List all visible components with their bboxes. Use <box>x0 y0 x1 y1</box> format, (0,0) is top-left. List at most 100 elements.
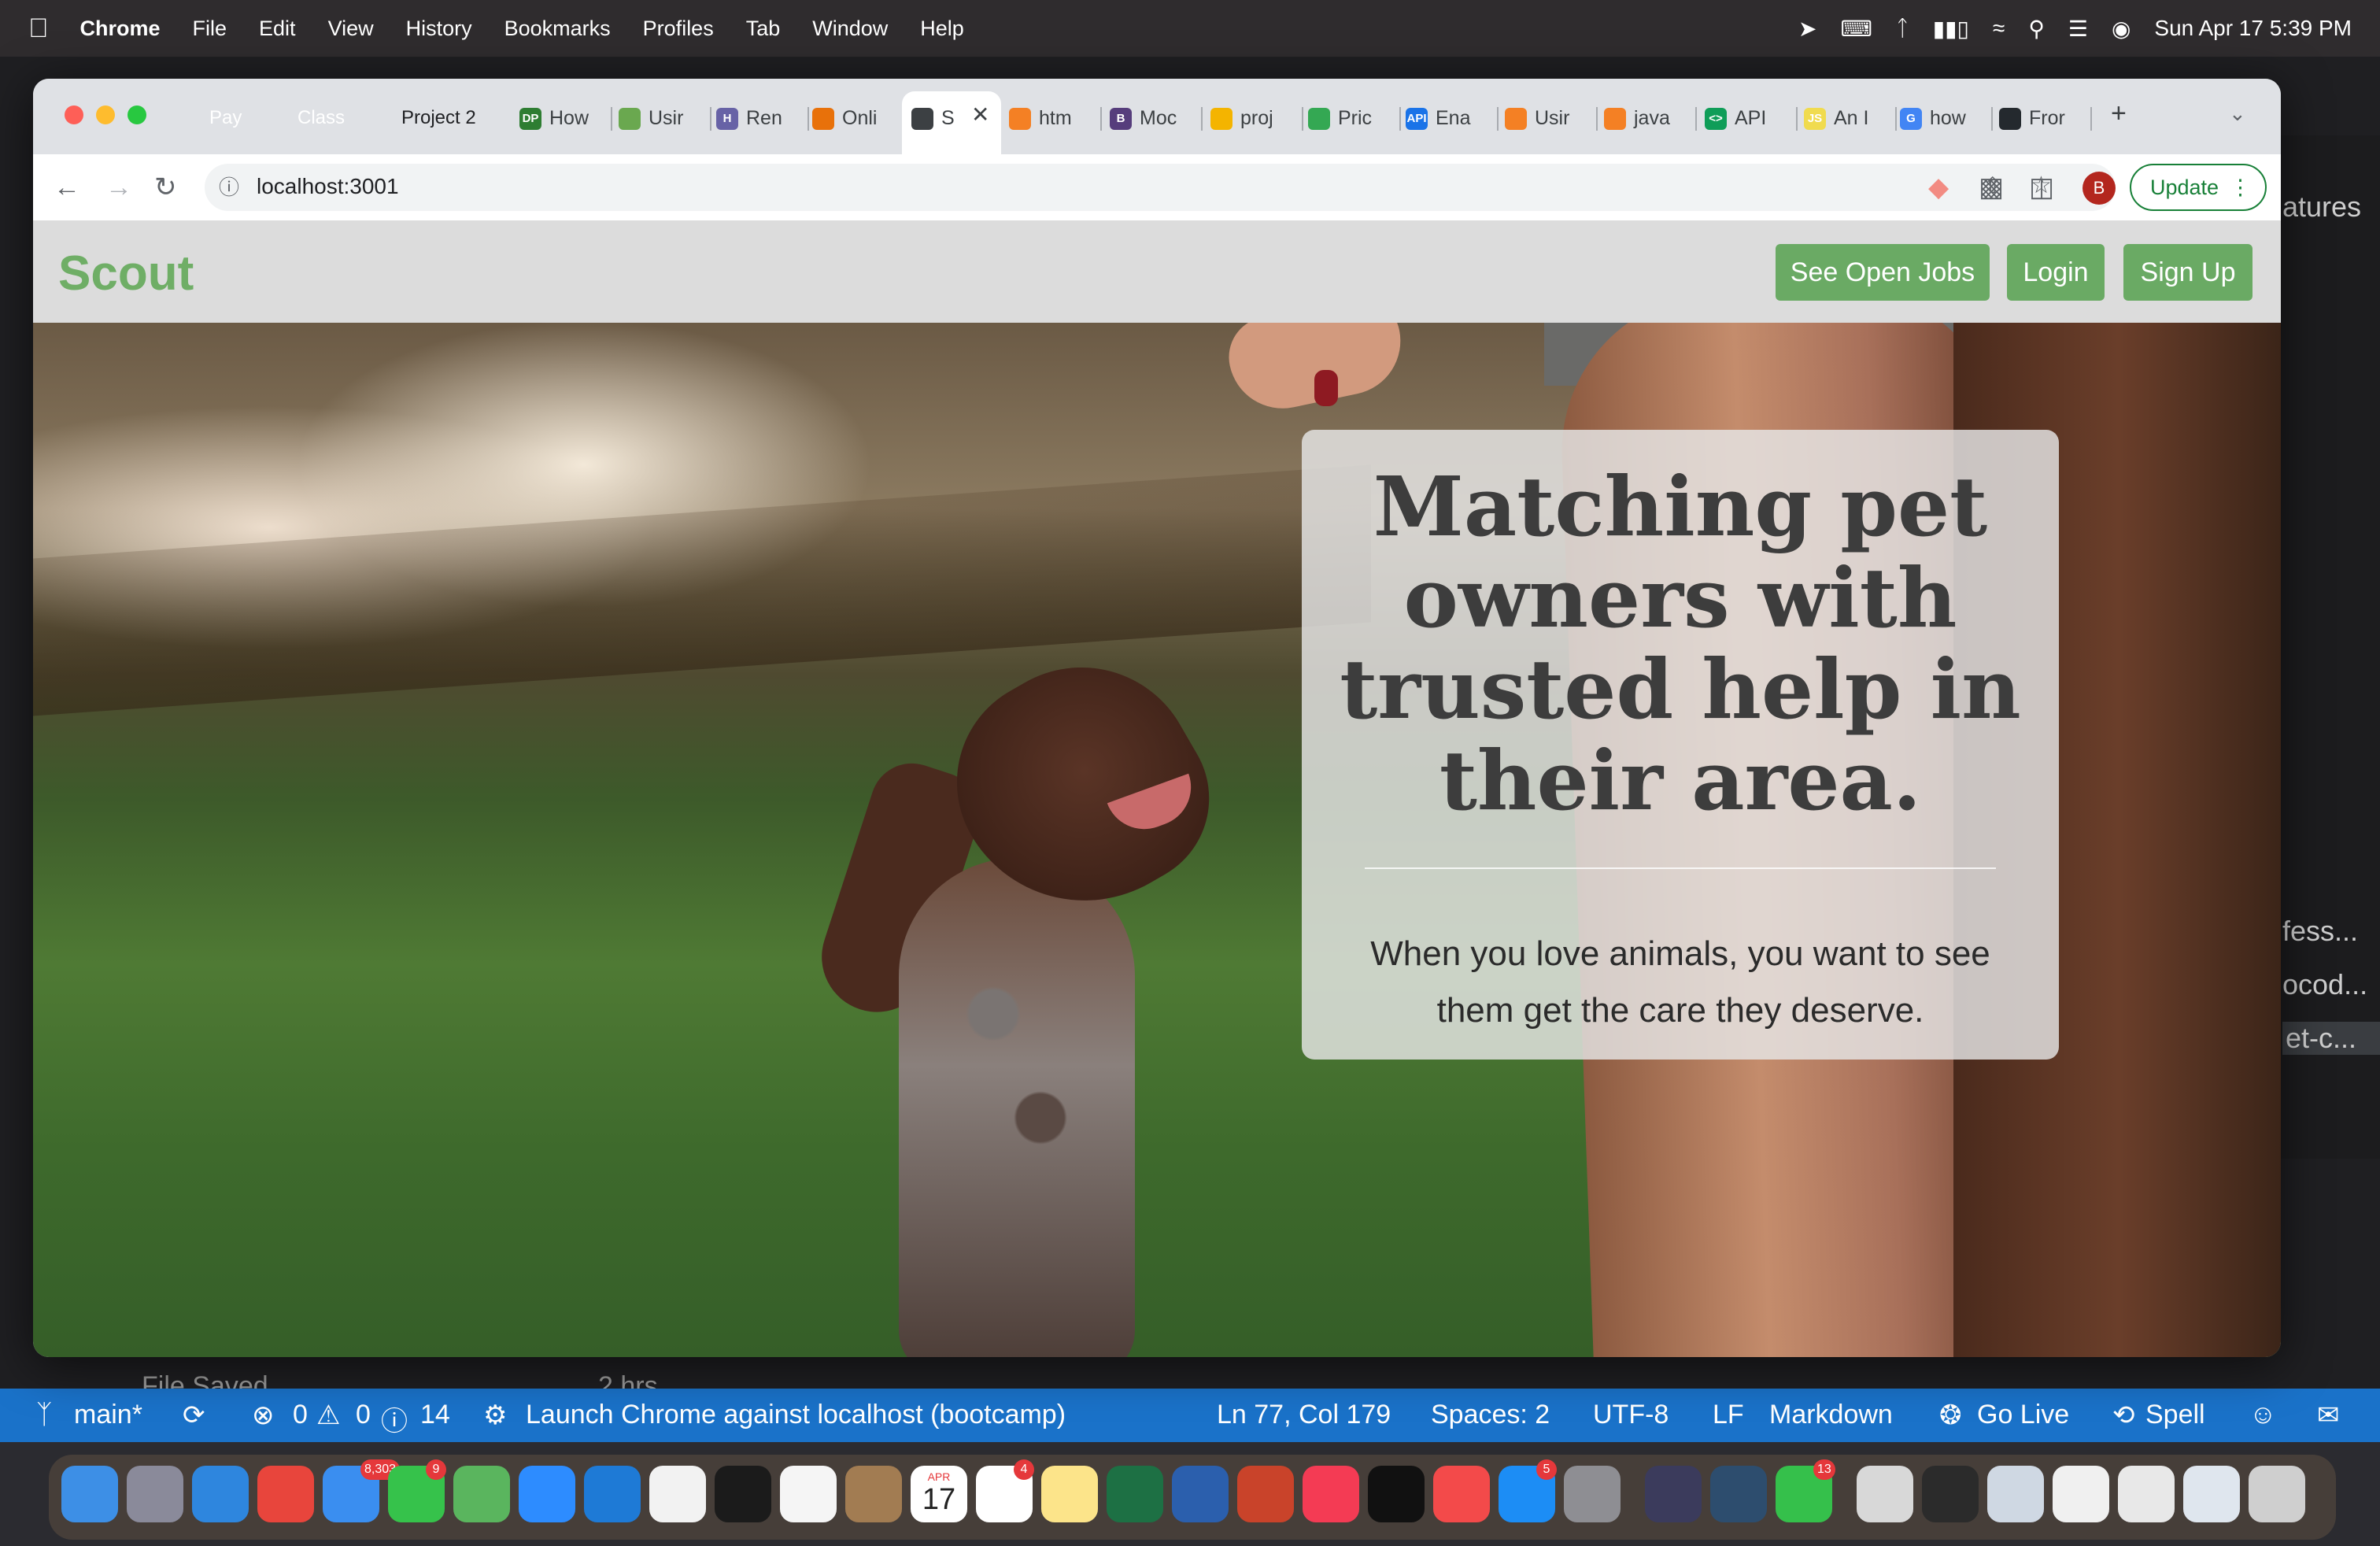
battery-icon[interactable]: ▮▮▯ <box>1933 16 1969 42</box>
contacts-icon[interactable] <box>845 1466 902 1522</box>
window-thumb-icon[interactable] <box>1857 1466 1913 1522</box>
reload-icon[interactable]: ↻ <box>154 170 177 205</box>
window-thumb-icon[interactable] <box>1987 1466 2044 1522</box>
error-count[interactable]: 0 <box>293 1400 308 1430</box>
tab[interactable]: <> API <box>1705 99 1793 137</box>
menu-view[interactable]: View <box>328 17 374 41</box>
tab[interactable]: Pric <box>1308 99 1396 137</box>
branch-icon[interactable]: ᛉ <box>36 1400 52 1430</box>
clock[interactable]: Sun Apr 17 5:39 PM <box>2154 16 2352 41</box>
history-icon[interactable]: ⟲ <box>2112 1400 2135 1431</box>
menu-history[interactable]: History <box>406 17 472 41</box>
tab-group-class[interactable]: Class <box>285 102 357 134</box>
tab[interactable]: Fror <box>1999 99 2087 137</box>
spotlight-icon[interactable]: ⚲ <box>2028 16 2045 42</box>
control-center-icon[interactable]: ☰ <box>2068 16 2088 42</box>
tab[interactable]: htm <box>1009 99 1097 137</box>
login-button[interactable]: Login <box>2007 244 2105 301</box>
tab[interactable]: proj <box>1210 99 1299 137</box>
location-icon[interactable]: ➤ <box>1798 16 1816 42</box>
safari-icon[interactable] <box>192 1466 249 1522</box>
notes-icon[interactable] <box>1041 1466 1098 1522</box>
broadcast-icon[interactable]: ❂ <box>1939 1400 1962 1431</box>
info-icon[interactable]: ⓘ <box>381 1400 408 1438</box>
settings-icon[interactable] <box>1564 1466 1621 1522</box>
tab[interactable]: Usir <box>619 99 707 137</box>
cursor-position[interactable]: Ln 77, Col 179 <box>1217 1400 1391 1430</box>
menu-app-name[interactable]: Chrome <box>80 17 161 41</box>
spell-checker[interactable]: Spell <box>2145 1400 2205 1430</box>
powerpoint-icon[interactable] <box>1237 1466 1294 1522</box>
language-mode[interactable]: Markdown <box>1769 1400 1893 1430</box>
indentation[interactable]: Spaces: 2 <box>1431 1400 1550 1430</box>
vscode-panel-item-selected[interactable]: et-c... <box>2282 1022 2380 1055</box>
go-live-button[interactable]: Go Live <box>1977 1400 2069 1430</box>
info-count[interactable]: 14 <box>420 1400 450 1430</box>
tab[interactable]: JS An I <box>1804 99 1892 137</box>
side-panel-icon[interactable]: ◫ <box>2029 170 2054 205</box>
tab[interactable]: B Moc <box>1110 99 1198 137</box>
news-icon[interactable] <box>1433 1466 1490 1522</box>
finder-icon[interactable] <box>61 1466 118 1522</box>
trash-icon[interactable] <box>2249 1466 2305 1522</box>
profile-avatar[interactable]: B <box>2082 172 2116 205</box>
site-info-icon[interactable]: ⓘ <box>219 170 239 205</box>
chrome-icon[interactable] <box>257 1466 314 1522</box>
error-icon[interactable]: ⊗ <box>252 1400 275 1431</box>
apple-icon[interactable]:  <box>28 13 49 44</box>
menu-tab[interactable]: Tab <box>746 17 781 41</box>
tab[interactable]: DP How <box>519 99 608 137</box>
siri-icon[interactable]: ◉ <box>2112 16 2131 42</box>
menu-help[interactable]: Help <box>920 17 964 41</box>
vscode-panel-item[interactable]: fess... <box>2282 915 2358 948</box>
photos-icon[interactable] <box>780 1466 837 1522</box>
maps-icon[interactable] <box>453 1466 510 1522</box>
address-bar[interactable]: ⓘ localhost:3001 ⇧ ☆ <box>205 164 2116 211</box>
tab[interactable]: API Ena <box>1406 99 1494 137</box>
tab[interactable]: Ghow <box>1900 99 1988 137</box>
tab-search-chevron-icon[interactable]: ⌄ <box>2229 96 2246 131</box>
vscode-icon[interactable] <box>584 1466 641 1522</box>
tab-group-pay[interactable]: Pay <box>197 102 254 134</box>
back-icon[interactable]: ← <box>54 170 80 205</box>
slack-icon[interactable] <box>649 1466 706 1522</box>
debug-launch-icon[interactable]: ⚙ <box>483 1400 507 1431</box>
menu-bookmarks[interactable]: Bookmarks <box>504 17 611 41</box>
music-icon[interactable] <box>1303 1466 1359 1522</box>
calendar-icon[interactable]: APR 17 <box>911 1466 967 1522</box>
wifi-icon[interactable]: ≈ <box>1993 16 2005 41</box>
window-thumb-icon[interactable] <box>1922 1466 1979 1522</box>
launchpad-icon[interactable] <box>127 1466 183 1522</box>
menu-window[interactable]: Window <box>812 17 888 41</box>
close-window-button[interactable] <box>65 105 83 124</box>
git-branch[interactable]: main* <box>74 1400 142 1430</box>
close-tab-icon[interactable]: ✕ <box>971 98 989 132</box>
update-button[interactable]: Update ⋮ <box>2130 164 2267 211</box>
sync-icon[interactable]: ⟳ <box>183 1400 205 1431</box>
mysql-icon[interactable] <box>1710 1466 1767 1522</box>
excel-icon[interactable] <box>1107 1466 1163 1522</box>
terminal-icon[interactable] <box>715 1466 771 1522</box>
eclipse-icon[interactable] <box>1645 1466 1702 1522</box>
end-of-line[interactable]: LF <box>1713 1400 1744 1430</box>
window-thumb-icon[interactable] <box>2183 1466 2240 1522</box>
tab[interactable]: H Ren <box>716 99 804 137</box>
url-text[interactable]: localhost:3001 <box>257 174 399 199</box>
notifications-bell-icon[interactable]: ✉ <box>2317 1400 2340 1431</box>
new-tab-icon[interactable]: + <box>2111 96 2127 131</box>
warning-count[interactable]: 0 <box>356 1400 371 1430</box>
menu-profiles[interactable]: Profiles <box>643 17 714 41</box>
vscode-panel-item[interactable]: ocod... <box>2282 968 2367 1001</box>
sign-up-button[interactable]: Sign Up <box>2123 244 2252 301</box>
zoom-window-button[interactable] <box>128 105 146 124</box>
warning-icon[interactable]: ⚠ <box>316 1400 340 1431</box>
zoom-icon[interactable] <box>519 1466 575 1522</box>
word-icon[interactable] <box>1172 1466 1229 1522</box>
forward-icon[interactable]: → <box>105 170 132 205</box>
menu-file[interactable]: File <box>193 17 227 41</box>
menu-edit[interactable]: Edit <box>259 17 296 41</box>
brand-logo[interactable]: Scout <box>58 246 194 301</box>
appletv-icon[interactable] <box>1368 1466 1425 1522</box>
window-thumb-icon[interactable] <box>2053 1466 2109 1522</box>
feedback-icon[interactable]: ☺ <box>2249 1400 2277 1430</box>
